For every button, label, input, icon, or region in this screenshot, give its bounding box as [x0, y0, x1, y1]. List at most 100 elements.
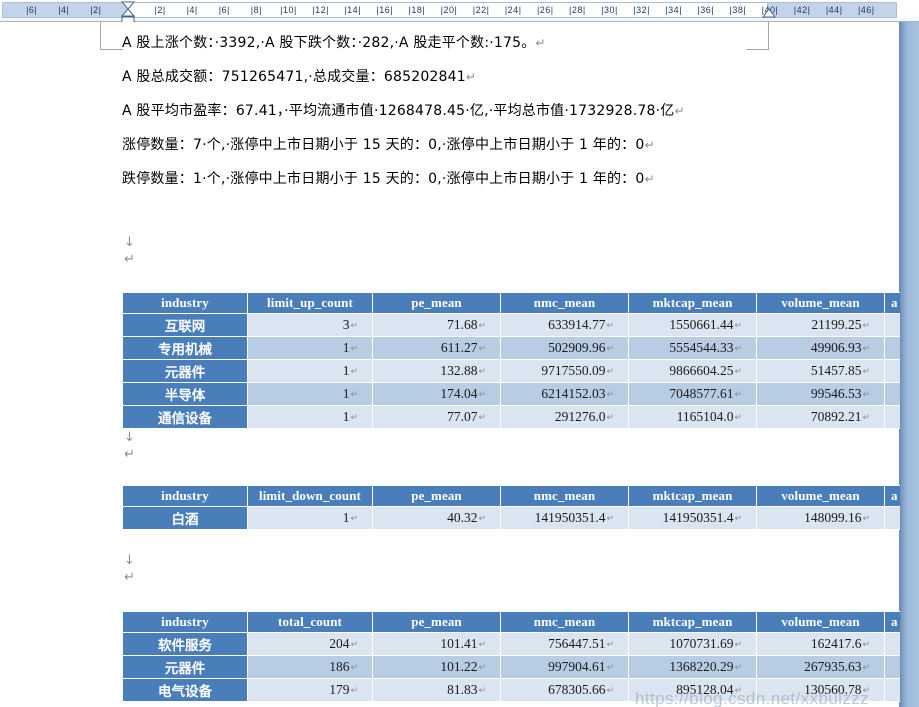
cell-industry[interactable]: 互联网 — [122, 313, 248, 337]
table-row[interactable]: 专用机械 1↵ 611.27↵ 502909.96↵ 5554544.33↵ 49906.… — [122, 336, 919, 360]
cell-value: 141950351.4 — [534, 510, 606, 525]
table-row[interactable]: 电气设备 179↵ 81.83↵ 678305.66↵ 895128.04↵ 130560… — [122, 678, 919, 702]
cell-mktcap-mean[interactable]: 141950351.4↵ — [628, 506, 757, 530]
column-header-pe-mean[interactable]: pe_mean — [372, 485, 501, 507]
column-header-industry[interactable]: industry — [122, 611, 248, 633]
cell-mktcap-mean[interactable]: 7048577.61↵ — [628, 382, 757, 406]
cell-industry[interactable]: 半导体 — [122, 382, 248, 406]
cell-mktcap-mean[interactable]: 1070731.69↵ — [628, 632, 757, 656]
cell-nmc-mean[interactable]: 678305.66↵ — [500, 678, 629, 702]
table-row[interactable]: 软件服务 204↵ 101.41↵ 756447.51↵ 1070731.69↵ 1624… — [122, 632, 919, 656]
cell-mktcap-mean[interactable]: 9866604.25↵ — [628, 359, 757, 383]
table-row[interactable]: 元器件 1↵ 132.88↵ 9717550.09↵ 9866604.25↵ 51457.… — [122, 359, 919, 383]
cell-mktcap-mean[interactable]: 5554544.33↵ — [628, 336, 757, 360]
cell-nmc-mean[interactable]: 633914.77↵ — [500, 313, 629, 337]
cell-volume-mean[interactable]: 148099.16↵ — [756, 506, 885, 530]
column-header-pe-mean[interactable]: pe_mean — [372, 611, 501, 633]
cell-nmc-mean[interactable]: 291276.0↵ — [500, 405, 629, 429]
paragraph-return-mark: ↵ — [124, 570, 135, 585]
cell-limit-up-count[interactable]: 1↵ — [247, 382, 373, 406]
cell-nmc-mean[interactable]: 141950351.4↵ — [500, 506, 629, 530]
cell-industry[interactable]: 元器件 — [122, 359, 248, 383]
table-header-row: industry total_count pe_mean nmc_mean mktcap… — [122, 611, 919, 633]
limit-up-industry-table[interactable]: industry limit_up_count pe_mean nmc_mean mkt… — [122, 292, 919, 429]
column-header-pe-mean[interactable]: pe_mean — [372, 292, 501, 314]
cell-nmc-mean[interactable]: 756447.51↵ — [500, 632, 629, 656]
table-row[interactable]: 通信设备 1↵ 77.07↵ 291276.0↵ 1165104.0↵ 70892.21↵ — [122, 405, 919, 429]
ruler-tick-label: |4| — [186, 5, 198, 15]
cell-pe-mean[interactable]: 81.83↵ — [372, 678, 501, 702]
cell-nmc-mean[interactable]: 502909.96↵ — [500, 336, 629, 360]
column-header-volume-mean[interactable]: volume_mean — [756, 292, 885, 314]
cell-mktcap-mean[interactable]: 1550661.44↵ — [628, 313, 757, 337]
cell-limit-down-count[interactable]: 1↵ — [247, 506, 373, 530]
cell-pe-mean[interactable]: 101.22↵ — [372, 655, 501, 679]
column-header-nmc-mean[interactable]: nmc_mean — [500, 485, 629, 507]
cell-limit-up-count[interactable]: 3↵ — [247, 313, 373, 337]
cell-volume-mean[interactable]: 162417.6↵ — [756, 632, 885, 656]
table-row[interactable]: 元器件 186↵ 101.22↵ 997904.61↵ 1368220.29↵ 26793… — [122, 655, 919, 679]
column-header-nmc-mean[interactable]: nmc_mean — [500, 292, 629, 314]
cell-volume-mean[interactable]: 130560.78↵ — [756, 678, 885, 702]
ruler-tick-label: |38| — [729, 5, 747, 15]
column-header-total-count[interactable]: total_count — [247, 611, 373, 633]
cell-volume-mean[interactable]: 99546.53↵ — [756, 382, 885, 406]
cell-mktcap-mean[interactable]: 895128.04↵ — [628, 678, 757, 702]
cell-pe-mean[interactable]: 611.27↵ — [372, 336, 501, 360]
cell-pe-mean[interactable]: 71.68↵ — [372, 313, 501, 337]
column-header-limit-down-count[interactable]: limit_down_count — [247, 485, 373, 507]
column-header-volume-mean[interactable]: volume_mean — [756, 611, 885, 633]
cell-pe-mean[interactable]: 101.41↵ — [372, 632, 501, 656]
paragraph-mark: ↵ — [644, 172, 655, 186]
cell-limit-up-count[interactable]: 1↵ — [247, 405, 373, 429]
table-row[interactable]: 互联网 3↵ 71.68↵ 633914.77↵ 1550661.44↵ 21199.25… — [122, 313, 919, 337]
cell-total-count[interactable]: 179↵ — [247, 678, 373, 702]
cell-pe-mean[interactable]: 132.88↵ — [372, 359, 501, 383]
cell-total-count[interactable]: 204↵ — [247, 632, 373, 656]
cell-pe-mean[interactable]: 40.32↵ — [372, 506, 501, 530]
cell-volume-mean[interactable]: 267935.63↵ — [756, 655, 885, 679]
ruler-tick-label: |12| — [312, 5, 329, 15]
horizontal-ruler[interactable]: |6| |4| |2| |2| |4| |6| |8| |10| |12| |14| |16| |18… — [0, 0, 919, 28]
cell-total-count[interactable]: 186↵ — [247, 655, 373, 679]
cell-value: 81.83 — [447, 682, 478, 697]
table-body[interactable]: 软件服务 204↵ 101.41↵ 756447.51↵ 1070731.69↵ 1624… — [122, 632, 919, 702]
column-header-industry[interactable]: industry — [122, 292, 248, 314]
cell-nmc-mean[interactable]: 997904.61↵ — [500, 655, 629, 679]
cell-volume-mean[interactable]: 51457.85↵ — [756, 359, 885, 383]
cell-value: 9717550.09 — [541, 363, 606, 378]
right-indent-marker[interactable] — [762, 8, 776, 20]
cell-industry[interactable]: 软件服务 — [122, 632, 248, 656]
cell-mktcap-mean[interactable]: 1368220.29↵ — [628, 655, 757, 679]
cell-limit-up-count[interactable]: 1↵ — [247, 359, 373, 383]
column-header-limit-up-count[interactable]: limit_up_count — [247, 292, 373, 314]
cell-nmc-mean[interactable]: 9717550.09↵ — [500, 359, 629, 383]
column-header-mktcap-mean[interactable]: mktcap_mean — [628, 485, 757, 507]
cell-mktcap-mean[interactable]: 1165104.0↵ — [628, 405, 757, 429]
column-header-mktcap-mean[interactable]: mktcap_mean — [628, 292, 757, 314]
column-header-mktcap-mean[interactable]: mktcap_mean — [628, 611, 757, 633]
table-body[interactable]: 互联网 3↵ 71.68↵ 633914.77↵ 1550661.44↵ 21199.25… — [122, 313, 919, 429]
table-body[interactable]: 白酒 1↵ 40.32↵ 141950351.4↵ 141950351.4↵ 148099… — [122, 506, 919, 530]
limit-down-industry-table[interactable]: industry limit_down_count pe_mean nmc_mean m… — [122, 485, 919, 530]
cell-limit-up-count[interactable]: 1↵ — [247, 336, 373, 360]
cell-industry[interactable]: 元器件 — [122, 655, 248, 679]
cell-industry[interactable]: 通信设备 — [122, 405, 248, 429]
table-row[interactable]: 白酒 1↵ 40.32↵ 141950351.4↵ 141950351.4↵ 148099… — [122, 506, 919, 530]
cell-volume-mean[interactable]: 49906.93↵ — [756, 336, 885, 360]
document-body-text[interactable]: A 股上涨个数：·3392,·A 股下跌个数：·282,·A 股走平个数:·17… — [122, 36, 822, 206]
table-row[interactable]: 半导体 1↵ 174.04↵ 6214152.03↵ 7048577.61↵ 99546.… — [122, 382, 919, 406]
cell-pe-mean[interactable]: 174.04↵ — [372, 382, 501, 406]
cell-industry[interactable]: 电气设备 — [122, 678, 248, 702]
column-header-industry[interactable]: industry — [122, 485, 248, 507]
cell-volume-mean[interactable]: 21199.25↵ — [756, 313, 885, 337]
document-page[interactable]: A 股上涨个数：·3392,·A 股下跌个数：·282,·A 股走平个数:·17… — [0, 22, 919, 707]
column-header-volume-mean[interactable]: volume_mean — [756, 485, 885, 507]
total-count-industry-table[interactable]: industry total_count pe_mean nmc_mean mktcap… — [122, 611, 919, 702]
cell-industry[interactable]: 专用机械 — [122, 336, 248, 360]
cell-pe-mean[interactable]: 77.07↵ — [372, 405, 501, 429]
cell-nmc-mean[interactable]: 6214152.03↵ — [500, 382, 629, 406]
cell-volume-mean[interactable]: 70892.21↵ — [756, 405, 885, 429]
cell-industry[interactable]: 白酒 — [122, 506, 248, 530]
column-header-nmc-mean[interactable]: nmc_mean — [500, 611, 629, 633]
